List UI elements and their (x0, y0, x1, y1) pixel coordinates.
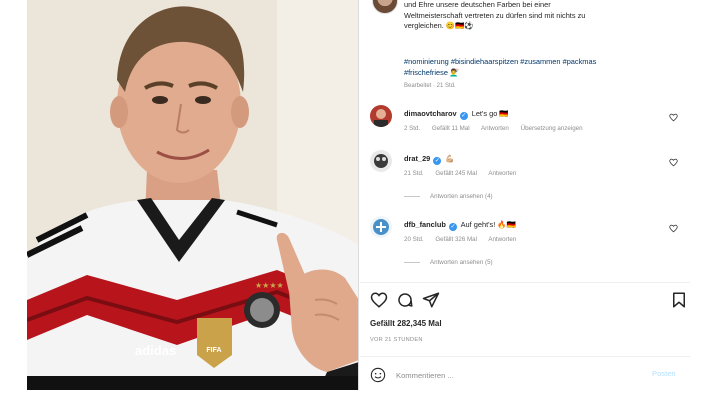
comment-time: 20 Std. (404, 236, 424, 243)
post-photo-illustration: ★★★★ FIFA adidas (27, 0, 359, 390)
verified-badge-icon: ✓ (459, 112, 468, 120)
comment-meta: 2 Std. Gefällt 11 Mal Antworten Übersetz… (404, 125, 593, 132)
caption-line: vergleichen. 😊🇩🇪⚽ (404, 21, 474, 31)
bookmark-icon[interactable] (670, 291, 688, 309)
comment-likes[interactable]: Gefällt 245 Mal (435, 170, 477, 177)
post-timestamp: VOR 21 STUNDEN (370, 337, 423, 343)
comment-username[interactable]: dfb_fanclub (404, 220, 446, 229)
post-actions (370, 291, 690, 311)
post-comment-button[interactable]: Posten (652, 369, 676, 378)
replies-divider-line (404, 261, 420, 263)
edited-label: Bearbeitet · 21 Std. (404, 83, 456, 89)
view-replies-button[interactable]: Antworten ansehen (4) (404, 193, 493, 200)
likes-count[interactable]: Gefällt 282,345 Mal (370, 319, 442, 328)
caption-line: Weltmeisterschaft vertreten zu dürfen si… (404, 10, 586, 20)
heart-icon[interactable] (669, 158, 678, 167)
smiley-icon[interactable] (370, 367, 386, 383)
comment-time: 21 Std. (404, 170, 424, 177)
fifa-badge-text: FIFA (206, 347, 221, 354)
commenter-avatar[interactable] (370, 150, 392, 172)
comment-item: dimaovtcharov ✓ Let's go 🇩🇪 2 Std. Gefäl… (370, 105, 700, 145)
commenter-avatar[interactable] (370, 105, 392, 127)
post-caption: und Ehre unsere deutschen Farben bei ein… (404, 0, 684, 32)
caption-line: und Ehre unsere deutschen Farben bei ein… (404, 0, 551, 9)
heart-icon[interactable] (669, 224, 678, 233)
comment-item: dfb_fanclub ✓ Auf geht's! 🔥🇩🇪 20 Std. Ge… (370, 216, 700, 256)
hashtag-line[interactable]: #nominierung #bisindiehaarspitzen #zusam… (404, 57, 684, 68)
comment-text: Auf geht's! 🔥🇩🇪 (460, 220, 516, 229)
like-heart-icon[interactable] (370, 291, 388, 309)
commenter-avatar[interactable] (370, 216, 392, 238)
comment-item: drat_29 ✓ 💪🏼 21 Std. Gefällt 245 Mal Ant… (370, 150, 700, 190)
view-replies-button[interactable]: Antworten ansehen (5) (404, 259, 493, 266)
share-icon[interactable] (422, 291, 440, 309)
replies-divider-line (404, 195, 420, 197)
comment-text-row: drat_29 ✓ 💪🏼 (404, 154, 455, 165)
comment-icon[interactable] (396, 291, 414, 309)
post-details-panel: und Ehre unsere deutschen Farben bei ein… (360, 0, 700, 404)
view-replies-label[interactable]: Antworten ansehen (4) (430, 193, 493, 200)
post-photo[interactable]: ★★★★ FIFA adidas (27, 0, 359, 390)
hashtag-line[interactable]: #frischefriese 💇‍♂️ (404, 68, 684, 79)
photo-divider (358, 0, 359, 390)
reply-button[interactable]: Antworten (488, 170, 516, 177)
actions-divider (360, 282, 690, 283)
post-hashtags[interactable]: #nominierung #bisindiehaarspitzen #zusam… (404, 57, 684, 78)
verified-badge-icon: ✓ (433, 157, 442, 165)
comment-text-row: dfb_fanclub ✓ Auf geht's! 🔥🇩🇪 (404, 220, 516, 231)
reply-button[interactable]: Antworten (488, 236, 516, 243)
comment-box-divider (360, 356, 690, 357)
comment-likes[interactable]: Gefällt 11 Mal (432, 125, 470, 132)
comment-username[interactable]: dimaovtcharov (404, 109, 457, 118)
verified-badge-icon: ✓ (448, 223, 457, 231)
adidas-logo-text: adidas (135, 343, 176, 358)
view-replies-label[interactable]: Antworten ansehen (5) (430, 259, 493, 266)
reply-button[interactable]: Antworten (481, 125, 509, 132)
comment-input[interactable] (396, 368, 626, 382)
comment-form: Posten (360, 359, 690, 393)
comment-text-row: dimaovtcharov ✓ Let's go 🇩🇪 (404, 109, 509, 120)
comment-text: Let's go 🇩🇪 (471, 109, 509, 118)
author-avatar[interactable] (372, 0, 398, 14)
svg-text:★★★★: ★★★★ (255, 281, 284, 290)
heart-icon[interactable] (669, 113, 678, 122)
comment-text: 💪🏼 (445, 154, 455, 163)
comment-username[interactable]: drat_29 (404, 154, 430, 163)
translate-button[interactable]: Übersetzung anzeigen (521, 125, 583, 132)
comment-time: 2 Std. (404, 125, 421, 132)
photo-bottom-bar (27, 376, 359, 390)
comment-meta: 20 Std. Gefällt 326 Mal Antworten (404, 236, 526, 243)
comment-meta: 21 Std. Gefällt 245 Mal Antworten (404, 170, 526, 177)
comment-likes[interactable]: Gefällt 326 Mal (435, 236, 477, 243)
